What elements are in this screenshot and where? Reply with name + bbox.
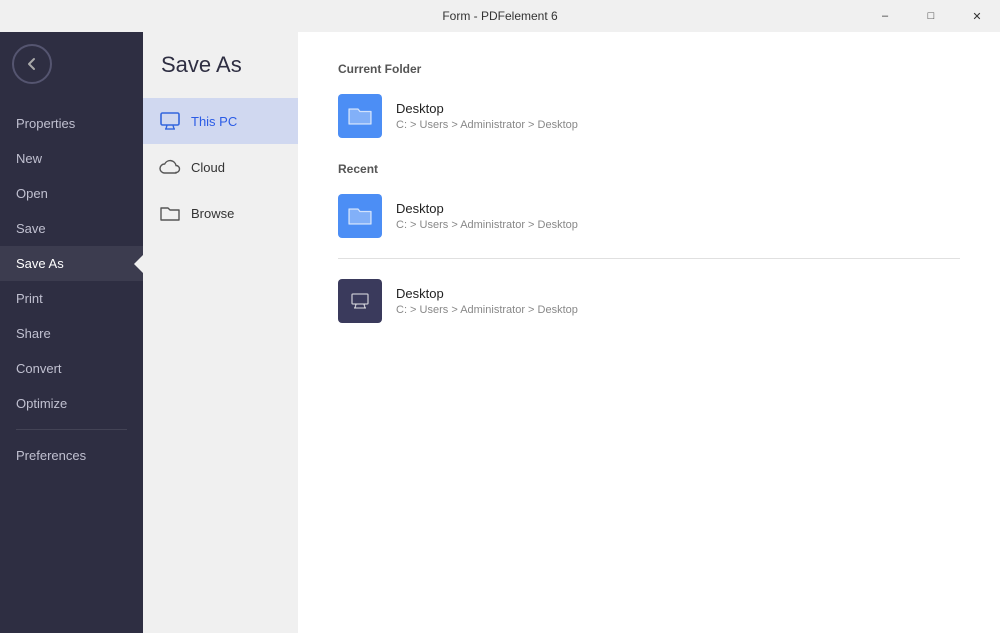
sidebar-item-convert[interactable]: Convert	[0, 351, 143, 386]
app-body: Properties New Open Save Save As Print S…	[0, 32, 1000, 633]
sidebar-item-properties[interactable]: Properties	[0, 106, 143, 141]
title-bar: Form - PDFelement 6 – □ ✕	[0, 0, 1000, 32]
sidebar-nav: Properties New Open Save Save As Print S…	[0, 96, 143, 633]
monitor-icon	[159, 110, 181, 132]
recent-item-0-path: C: > Users > Administrator > Desktop	[396, 219, 578, 231]
current-folder-label: Current Folder	[338, 62, 960, 76]
minimize-button[interactable]: –	[862, 0, 908, 32]
sidebar-item-save-as[interactable]: Save As	[0, 246, 143, 281]
current-folder-item[interactable]: Desktop C: > Users > Administrator > Des…	[338, 88, 960, 144]
recent-item-1-path: C: > Users > Administrator > Desktop	[396, 304, 578, 316]
recent-divider	[338, 258, 960, 259]
window-controls: – □ ✕	[862, 0, 1000, 32]
middle-item-cloud[interactable]: Cloud	[143, 144, 298, 190]
current-folder-path: C: > Users > Administrator > Desktop	[396, 119, 578, 131]
recent-item-0-name: Desktop	[396, 201, 578, 216]
back-icon	[25, 57, 39, 71]
middle-item-browse[interactable]: Browse	[143, 190, 298, 236]
sidebar-item-open[interactable]: Open	[0, 176, 143, 211]
sidebar-item-preferences[interactable]: Preferences	[0, 438, 143, 473]
back-button[interactable]	[4, 36, 60, 92]
recent-item-1-info: Desktop C: > Users > Administrator > Des…	[396, 286, 578, 316]
middle-item-this-pc-label: This PC	[191, 114, 237, 129]
maximize-button[interactable]: □	[908, 0, 954, 32]
recent-item-0-icon	[338, 194, 382, 238]
sidebar-divider	[16, 429, 127, 430]
recent-item-0[interactable]: Desktop C: > Users > Administrator > Des…	[338, 188, 960, 244]
recent-label: Recent	[338, 162, 960, 176]
current-folder-name: Desktop	[396, 101, 578, 116]
recent-item-1-name: Desktop	[396, 286, 578, 301]
recent-item-1[interactable]: Desktop C: > Users > Administrator > Des…	[338, 273, 960, 329]
middle-item-browse-label: Browse	[191, 206, 234, 221]
middle-item-cloud-label: Cloud	[191, 160, 225, 175]
sidebar-item-optimize[interactable]: Optimize	[0, 386, 143, 421]
back-circle	[12, 44, 52, 84]
middle-panel: Save As This PC Cloud	[143, 32, 298, 633]
folder-open-icon	[159, 202, 181, 224]
middle-item-this-pc[interactable]: This PC	[143, 98, 298, 144]
recent-item-0-info: Desktop C: > Users > Administrator > Des…	[396, 201, 578, 231]
main-content: Current Folder Desktop C: > Users > Admi…	[298, 32, 1000, 633]
sidebar-item-print[interactable]: Print	[0, 281, 143, 316]
current-folder-info: Desktop C: > Users > Administrator > Des…	[396, 101, 578, 131]
recent-item-1-icon	[338, 279, 382, 323]
sidebar: Properties New Open Save Save As Print S…	[0, 32, 143, 633]
cloud-icon	[159, 156, 181, 178]
window-title: Form - PDFelement 6	[442, 9, 557, 23]
sidebar-item-share[interactable]: Share	[0, 316, 143, 351]
sidebar-item-new[interactable]: New	[0, 141, 143, 176]
sidebar-item-save[interactable]: Save	[0, 211, 143, 246]
close-button[interactable]: ✕	[954, 0, 1000, 32]
middle-title: Save As	[143, 32, 298, 98]
current-folder-icon	[338, 94, 382, 138]
